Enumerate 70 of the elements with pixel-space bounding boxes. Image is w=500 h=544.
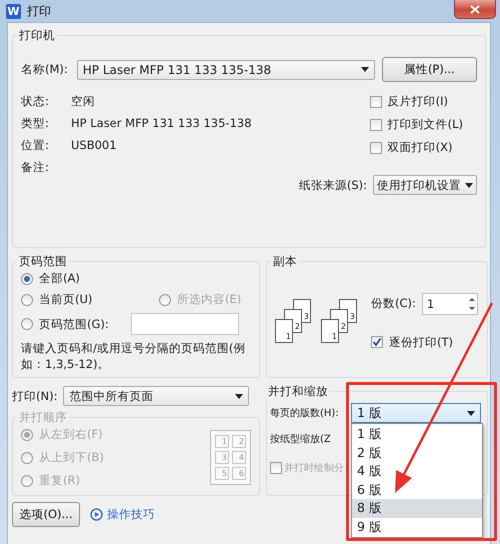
page-number: 5 [215,467,229,480]
radio-button[interactable] [21,272,33,284]
field-label: 按纸型缩放(Z [270,432,331,446]
radio-button[interactable] [21,318,33,330]
checkbox[interactable] [370,96,382,108]
copies-field[interactable]: 1 [422,292,478,314]
checkbox-label: 并打时绘制分 [284,462,344,475]
checkbox-label: 打印到文件(L) [388,117,463,132]
menu-item[interactable]: 8 版 [352,499,482,518]
caret-icon [467,410,475,416]
hint-text: 请键入页码和/或用逗号分隔的页码范围(例如：1,3,5-12)。 [21,340,246,372]
field-label: 名称(M): [21,62,69,77]
app-icon: W [6,4,21,18]
caret-icon [235,394,244,398]
radio-label: 所选内容(E) [177,292,242,307]
caret-icon [465,182,473,188]
group-title: 副本 [272,254,298,269]
properties-button[interactable]: 属性(P)... [382,57,477,82]
checkbox[interactable] [371,336,383,348]
page-sheet: 1 [275,319,293,343]
menu-item[interactable]: 4 版 [352,462,482,480]
field-label: 份数(C): [371,296,416,311]
info-label: 备注: [21,160,50,175]
menu-item[interactable]: 9 版 [352,518,482,536]
close-icon [470,4,480,14]
checkbox[interactable] [370,142,382,154]
checkbox-label: 逐份打印(T) [389,334,453,350]
menu-item[interactable]: 2 版 [352,444,482,462]
printer-select[interactable]: HP Laser MFP 131 133 135-138 [76,60,375,80]
radio-label: 从上到下(B) [39,450,104,465]
caret-icon [360,67,369,72]
page-number: 2 [232,435,246,448]
radio-button[interactable] [21,294,33,306]
group-title: 打印机 [18,28,56,43]
info-value: HP Laser MFP 131 133 135-138 [71,116,253,131]
info-value: USB001 [71,138,118,153]
checkbox-label: 双面打印(X) [388,140,452,155]
print-select[interactable]: 范围中所有页面 [63,386,250,406]
radio-label: 从左到右(F) [39,427,103,442]
page-number: 6 [232,467,246,480]
group-title: 页码范围 [18,254,68,269]
play-circle-icon [90,508,103,521]
page-number: 4 [232,451,246,464]
field-label: 纸张来源(S): [298,178,367,192]
info-label: 状态: [21,94,50,109]
radio-label: 全部(A) [39,271,80,286]
radio-label: 当前页(U) [39,292,92,307]
checkbox-label: 反片打印(I) [388,94,448,109]
options-button[interactable]: 选项(O)... [12,502,80,527]
info-value: 空闲 [71,94,96,109]
group-title: 并打和缩放 [267,384,329,399]
tips-link[interactable]: 操作技巧 [90,507,155,522]
field-label: 每页的版数(H): [270,407,339,420]
info-label: 类型: [21,116,50,131]
window-title: 打印 [27,2,51,20]
menu-item[interactable]: 6 版 [352,480,482,499]
close-button[interactable] [454,0,496,19]
field-label: 打印(N): [12,388,58,404]
menu-item[interactable]: 1 版 [352,425,482,444]
info-label: 位置: [21,138,50,153]
group-title: 并打顺序 [18,410,68,425]
checkbox[interactable] [370,118,382,130]
page-range-field[interactable] [131,313,239,335]
radio-label: 重复(R) [39,473,80,488]
page-number: 3 [215,451,229,464]
paper-source-select[interactable]: 使用打印机设置 [373,175,477,195]
page-sheet: 1 [321,319,339,343]
radio-label: 页码范围(G): [39,316,109,332]
checkbox[interactable] [270,462,282,474]
page-number: 1 [215,435,229,448]
